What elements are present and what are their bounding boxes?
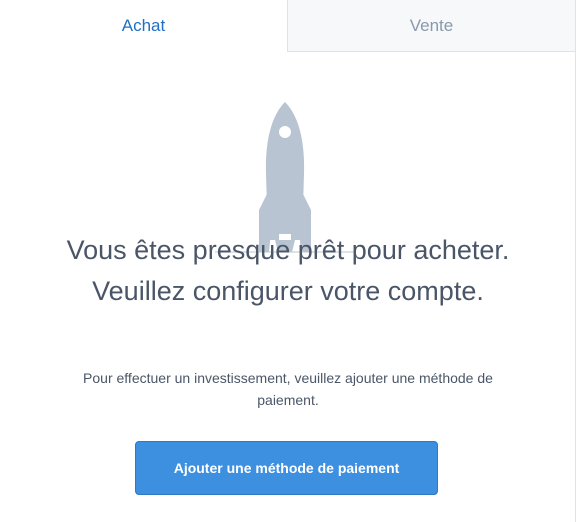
- add-payment-method-button[interactable]: Ajouter une méthode de paiement: [135, 441, 438, 495]
- tab-buy[interactable]: Achat: [0, 0, 287, 52]
- tab-bar: Achat Vente: [0, 0, 575, 52]
- page-title: Vous êtes presque prêt pour acheter. Veu…: [66, 235, 510, 306]
- tab-sell[interactable]: Vente: [287, 0, 575, 52]
- empty-state: Vous êtes presque prêt pour acheter. Veu…: [0, 52, 575, 522]
- instruction-text: Pour effectuer un investissement, veuill…: [83, 370, 493, 408]
- rocket-window: [279, 126, 291, 138]
- buy-sell-panel: Achat Vente Vous êtes presque prêt pour …: [0, 0, 576, 522]
- rocket-body: [265, 102, 305, 240]
